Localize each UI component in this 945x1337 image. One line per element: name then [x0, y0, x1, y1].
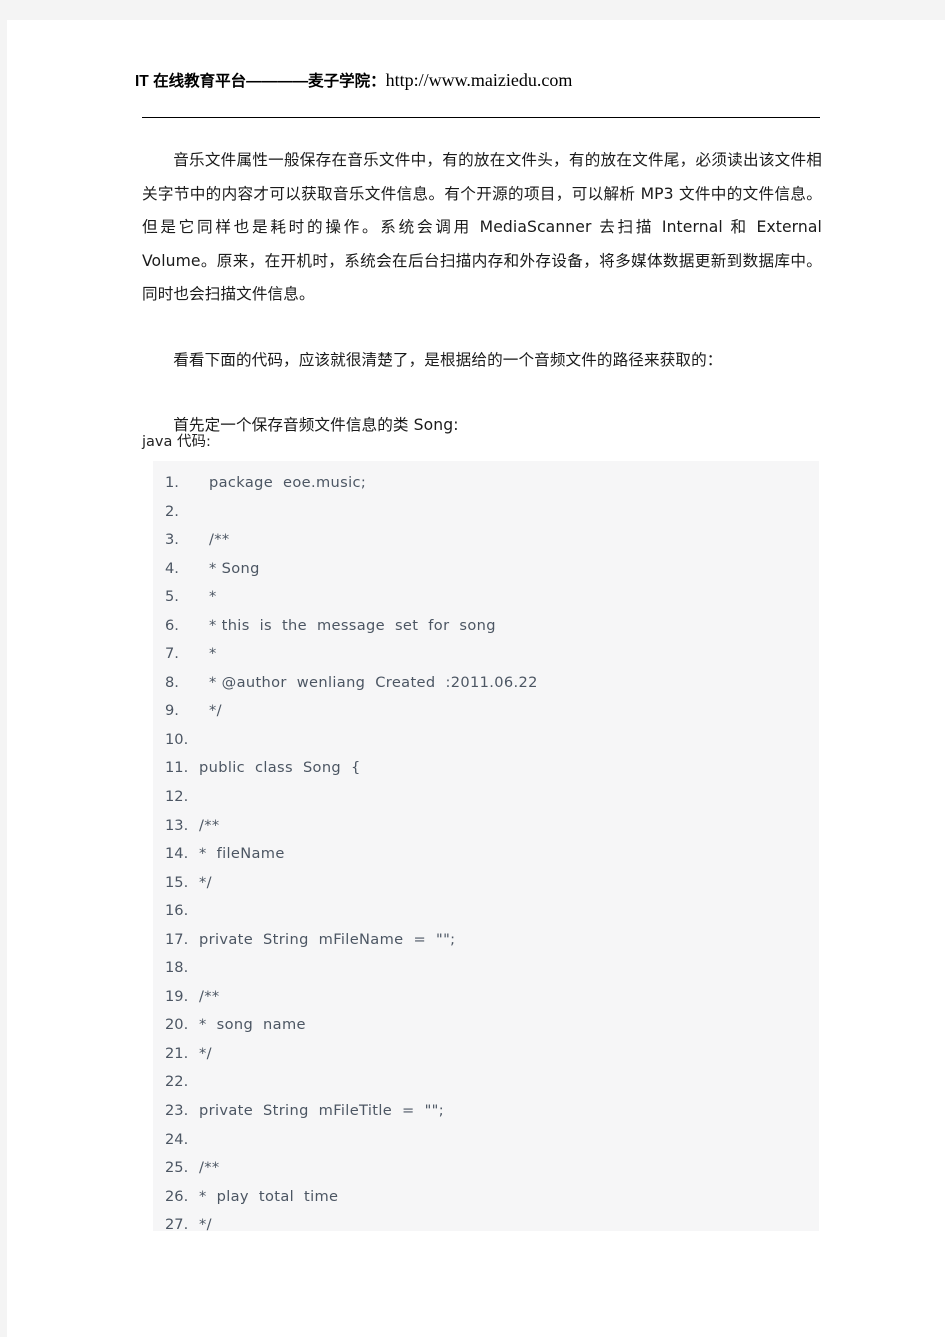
code-line-number: 22. — [165, 1073, 189, 1091]
code-line-text: * play total time — [199, 1187, 339, 1205]
header-divider — [142, 117, 820, 118]
code-line-text: * — [209, 645, 217, 663]
code-line: 18. — [153, 954, 819, 983]
code-line: 17. private String mFileName = ""; — [153, 926, 819, 955]
code-line-text: * fileName — [199, 845, 285, 863]
code-line-number: 27. — [165, 1216, 189, 1231]
code-line-text: private String mFileName = ""; — [199, 930, 456, 948]
code-line: 7. * — [153, 640, 819, 669]
code-line-number: 15. — [165, 873, 189, 891]
code-line: 14. * fileName — [153, 840, 819, 869]
code-line: 3. /** — [153, 526, 819, 555]
code-line: 22. — [153, 1068, 819, 1097]
code-line-text: * @author wenliang Created :2011.06.22 — [209, 673, 538, 691]
paragraph-class-lead: 首先定一个保存音频文件信息的类 Song: — [173, 416, 459, 434]
code-line: 1. package eoe.music; — [153, 469, 819, 498]
code-line: 5. * — [153, 583, 819, 612]
code-line-text: /** — [199, 816, 220, 834]
code-line-text: package eoe.music; — [209, 474, 367, 491]
code-line-text: private String mFileTitle = ""; — [199, 1102, 444, 1120]
code-line-number: 4. — [165, 559, 179, 577]
code-line-list: 1. package eoe.music; 2. 3. /** 4. * Song 5… — [153, 461, 819, 1231]
code-line-number: 5. — [165, 588, 179, 606]
code-line-number: 21. — [165, 1044, 189, 1062]
paragraph-code-lead: 看看下面的代码，应该就很清楚了，是根据给的一个音频文件的路径来获取的： — [173, 350, 723, 369]
code-line: 23. private String mFileTitle = ""; — [153, 1097, 819, 1126]
code-line: 6. * this is the message set for song — [153, 612, 819, 641]
code-language-label: java 代码: — [142, 434, 211, 450]
code-line-number: 3. — [165, 531, 179, 549]
code-line-text: */ — [209, 702, 222, 720]
code-line-text: */ — [199, 873, 212, 891]
code-line-number: 26. — [165, 1187, 189, 1205]
header-site-label: IT 在线教育平台————麦子学院： — [135, 73, 386, 90]
code-line: 19. /** — [153, 983, 819, 1012]
code-line-text: /** — [209, 531, 230, 549]
code-line-number: 16. — [165, 902, 189, 920]
code-line-text: * — [209, 588, 217, 606]
code-line: 20. * song name — [153, 1011, 819, 1040]
body-text: 音乐文件属性一般保存在音乐文件中，有的放在文件头，有的放在文件尾，必须读出该文件… — [142, 144, 822, 443]
code-line: 24. — [153, 1126, 819, 1155]
code-line: 13. /** — [153, 812, 819, 841]
code-line-number: 24. — [165, 1130, 189, 1148]
code-line-number: 17. — [165, 930, 189, 948]
code-line: 16. — [153, 897, 819, 926]
header-site-url: http://www.maiziedu.com — [385, 70, 573, 90]
document-page: IT 在线教育平台————麦子学院：http://www.maiziedu.co… — [7, 20, 945, 1337]
code-line-text: */ — [199, 1044, 212, 1062]
code-line-number: 10. — [165, 730, 189, 748]
code-line-number: 12. — [165, 788, 189, 806]
code-line: 10. — [153, 726, 819, 755]
code-line-number: 19. — [165, 987, 189, 1005]
code-line-number: 9. — [165, 702, 179, 720]
document-header: IT 在线教育平台————麦子学院：http://www.maiziedu.co… — [135, 68, 815, 94]
code-line-number: 18. — [165, 959, 189, 977]
code-line-text: * Song — [209, 559, 260, 577]
code-line-number: 23. — [165, 1102, 189, 1120]
code-line-number: 14. — [165, 845, 189, 863]
code-line-number: 8. — [165, 673, 179, 691]
code-line: 12. — [153, 783, 819, 812]
code-line: 2. — [153, 498, 819, 527]
code-line-text: */ — [199, 1216, 212, 1231]
code-line: 25. /** — [153, 1154, 819, 1183]
code-line-number: 11. — [165, 759, 189, 777]
code-line: 21. */ — [153, 1040, 819, 1069]
code-line: 26. * play total time — [153, 1183, 819, 1212]
code-line-number: 2. — [165, 502, 179, 520]
code-line: 4. * Song — [153, 555, 819, 584]
code-line-text: /** — [199, 1159, 220, 1177]
code-line-text: /** — [199, 987, 220, 1005]
code-line-number: 1. — [165, 474, 179, 491]
code-line-number: 13. — [165, 816, 189, 834]
code-line-number: 6. — [165, 616, 179, 634]
code-line-number: 20. — [165, 1016, 189, 1034]
code-line: 15. */ — [153, 869, 819, 898]
code-block: 1. package eoe.music; 2. 3. /** 4. * Song 5… — [153, 461, 819, 1231]
page-content: IT 在线教育平台————麦子学院：http://www.maiziedu.co… — [7, 20, 945, 1337]
code-line-number: 25. — [165, 1159, 189, 1177]
paragraph-intro: 音乐文件属性一般保存在音乐文件中，有的放在文件头，有的放在文件尾，必须读出该文件… — [142, 151, 822, 303]
code-line-text: * this is the message set for song — [209, 616, 496, 634]
code-line: 8. * @author wenliang Created :2011.06.22 — [153, 669, 819, 698]
code-line-text: * song name — [199, 1016, 306, 1034]
code-line: 11. public class Song { — [153, 754, 819, 783]
code-line: 27. */ — [153, 1211, 819, 1231]
code-line-text: public class Song { — [199, 759, 361, 777]
code-line: 9. */ — [153, 697, 819, 726]
code-line-number: 7. — [165, 645, 179, 663]
